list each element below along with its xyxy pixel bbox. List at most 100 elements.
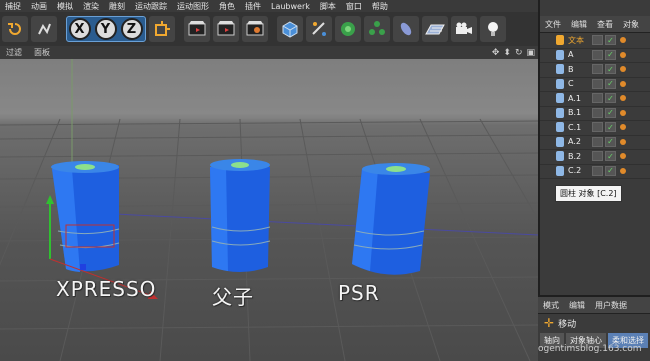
- enabled-check-icon[interactable]: ✓: [605, 122, 616, 133]
- menu-item[interactable]: 运动跟踪: [130, 1, 172, 12]
- am-menu-userdata[interactable]: 用户数据: [590, 300, 632, 311]
- deformer-icon[interactable]: [393, 16, 419, 42]
- visibility-toggle[interactable]: [592, 64, 603, 75]
- cylinder-object-icon: [556, 136, 564, 147]
- render-settings-icon[interactable]: [242, 16, 268, 42]
- tag-icon[interactable]: [620, 51, 626, 58]
- cylinder-object-icon: [556, 107, 564, 118]
- x-axis-lock-button[interactable]: X: [68, 18, 91, 40]
- menu-item[interactable]: 动画: [26, 1, 52, 12]
- object-row[interactable]: B ✓: [540, 62, 650, 78]
- floor-icon[interactable]: [422, 16, 448, 42]
- menu-item[interactable]: 角色: [214, 1, 240, 12]
- enabled-check-icon[interactable]: ✓: [605, 35, 616, 46]
- menu-item[interactable]: 帮助: [367, 1, 393, 12]
- viewport-menu-panel[interactable]: 面板: [28, 47, 56, 58]
- live-select-icon[interactable]: [31, 16, 57, 42]
- menu-item[interactable]: 模拟: [52, 1, 78, 12]
- object-row[interactable]: C ✓: [540, 77, 650, 92]
- object-row[interactable]: 文本 ✓: [540, 33, 650, 49]
- visibility-toggle[interactable]: [592, 49, 603, 60]
- undo-icon[interactable]: [2, 16, 28, 42]
- object-tooltip: 圆柱 对象 [C.2]: [555, 185, 622, 202]
- menu-item[interactable]: 运动图形: [172, 1, 214, 12]
- tag-icon[interactable]: [620, 80, 626, 87]
- coordinate-system-icon[interactable]: [149, 16, 175, 42]
- cylinder-object-icon: [556, 151, 564, 162]
- cube-icon[interactable]: [277, 16, 303, 42]
- move-view-icon[interactable]: ✥: [492, 48, 500, 58]
- menu-item[interactable]: Laubwerk: [266, 2, 315, 11]
- tag-icon[interactable]: [620, 124, 626, 131]
- 3d-viewport[interactable]: XPRESSO 父子 PSR: [0, 59, 538, 361]
- visibility-toggle[interactable]: [592, 136, 603, 147]
- menu-item[interactable]: 雕刻: [104, 1, 130, 12]
- menu-item[interactable]: 捕捉: [0, 1, 26, 12]
- enabled-check-icon[interactable]: ✓: [605, 64, 616, 75]
- tag-icon[interactable]: [620, 167, 626, 174]
- cylinder-psr[interactable]: [352, 163, 430, 275]
- cylinder-object-icon: [556, 122, 564, 133]
- subdivision-icon[interactable]: [335, 16, 361, 42]
- cylinder-parent[interactable]: [210, 159, 271, 272]
- am-menu-mode[interactable]: 模式: [538, 300, 564, 311]
- tag-icon[interactable]: [620, 66, 626, 73]
- visibility-toggle[interactable]: [592, 122, 603, 133]
- enabled-check-icon[interactable]: ✓: [605, 49, 616, 60]
- enabled-check-icon[interactable]: ✓: [605, 165, 616, 176]
- cylinder-xpresso[interactable]: [51, 161, 120, 272]
- enabled-check-icon[interactable]: ✓: [605, 136, 616, 147]
- main-toolbar: X Y Z: [0, 12, 538, 46]
- object-name: B: [568, 64, 574, 74]
- tag-icon[interactable]: [620, 95, 626, 102]
- tag-icon[interactable]: [620, 109, 626, 116]
- visibility-toggle[interactable]: [592, 93, 603, 104]
- render-picture-viewer-icon[interactable]: [213, 16, 239, 42]
- dolly-view-icon[interactable]: ⬍: [503, 48, 511, 58]
- menu-item[interactable]: 脚本: [315, 1, 341, 12]
- visibility-toggle[interactable]: [592, 35, 603, 46]
- camera-icon[interactable]: [451, 16, 477, 42]
- visibility-toggle[interactable]: [592, 107, 603, 118]
- object-row[interactable]: B.2 ✓: [540, 149, 650, 165]
- om-menu-file[interactable]: 文件: [540, 19, 566, 30]
- visibility-toggle[interactable]: [592, 165, 603, 176]
- label-xpresso: XPRESSO: [56, 277, 157, 301]
- menu-item[interactable]: 渲染: [78, 1, 104, 12]
- visibility-toggle[interactable]: [592, 151, 603, 162]
- render-view-icon[interactable]: [184, 16, 210, 42]
- mode-title-label: 移动: [558, 319, 577, 330]
- pen-spline-icon[interactable]: [306, 16, 332, 42]
- y-axis-lock-button[interactable]: Y: [94, 18, 117, 40]
- object-row[interactable]: A.2 ✓: [540, 135, 650, 150]
- om-menu-edit[interactable]: 编辑: [566, 19, 592, 30]
- viewport-menu-filter[interactable]: 过滤: [0, 47, 28, 58]
- tag-icon[interactable]: [620, 37, 626, 44]
- z-axis-lock-button[interactable]: Z: [120, 18, 143, 40]
- visibility-toggle[interactable]: [592, 78, 603, 89]
- label-psr: PSR: [338, 281, 380, 305]
- object-manager-menubar: 文件 编辑 查看 对象: [540, 16, 650, 33]
- object-row[interactable]: A ✓: [540, 48, 650, 63]
- object-row[interactable]: C.2 ✓: [540, 164, 650, 179]
- tag-icon[interactable]: [620, 153, 626, 160]
- enabled-check-icon[interactable]: ✓: [605, 93, 616, 104]
- object-row[interactable]: B.1 ✓: [540, 106, 650, 121]
- enabled-check-icon[interactable]: ✓: [605, 78, 616, 89]
- tag-icon[interactable]: [620, 138, 626, 145]
- cylinder-object-icon: [556, 78, 564, 89]
- enabled-check-icon[interactable]: ✓: [605, 107, 616, 118]
- om-menu-view[interactable]: 查看: [592, 19, 618, 30]
- light-icon[interactable]: [480, 16, 506, 42]
- om-menu-object[interactable]: 对象: [618, 19, 644, 30]
- object-name: A: [568, 50, 574, 60]
- rotate-view-icon[interactable]: ↻: [515, 48, 523, 58]
- menu-item[interactable]: 插件: [240, 1, 266, 12]
- maximize-view-icon[interactable]: ▣: [526, 48, 535, 58]
- am-menu-edit[interactable]: 编辑: [564, 300, 590, 311]
- array-icon[interactable]: [364, 16, 390, 42]
- enabled-check-icon[interactable]: ✓: [605, 151, 616, 162]
- object-row[interactable]: C.1 ✓: [540, 120, 650, 136]
- menu-item[interactable]: 窗口: [341, 1, 367, 12]
- object-row[interactable]: A.1 ✓: [540, 91, 650, 107]
